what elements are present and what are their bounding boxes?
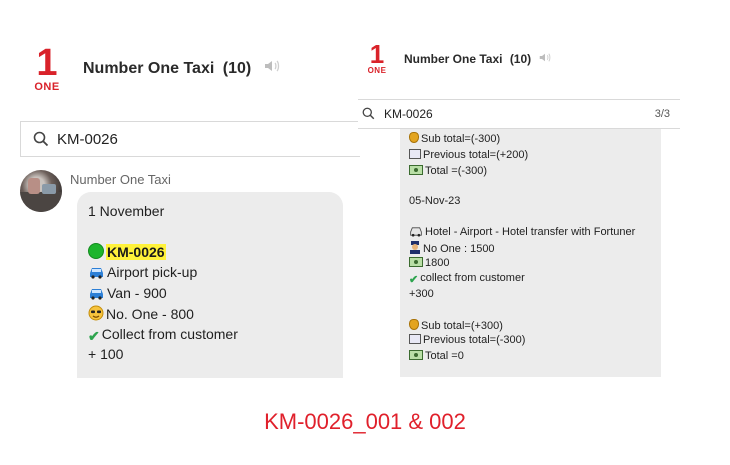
message-line: KM-0026: [88, 243, 166, 260]
speaker-muted-icon[interactable]: [539, 52, 551, 63]
message-line: Van - 900: [88, 285, 167, 301]
message-line: Total =0: [409, 350, 464, 362]
logo-number: 1: [36, 42, 58, 84]
calendar-icon: [409, 149, 421, 159]
check-icon: ✔: [88, 328, 100, 344]
member-count: (10): [509, 52, 532, 66]
search-match-counter: 3/3: [654, 108, 670, 120]
message-date: 1 November: [88, 203, 165, 219]
message-line: Previous total=(-300): [409, 334, 525, 346]
message-line: + 100: [88, 346, 124, 362]
sender-name: Number One Taxi: [70, 172, 171, 187]
brand-logo: 1 ONE: [365, 41, 389, 75]
money-bag-icon: [409, 319, 419, 330]
message-line: Sub total=(-300): [409, 132, 500, 145]
message-line: +300: [409, 288, 434, 300]
message-line: ✔ collect from customer: [409, 272, 525, 286]
money-bag-icon: [409, 132, 419, 143]
chat-title-text: Number One Taxi: [83, 60, 215, 77]
message-bubble[interactable]: 1 November KM-0026 Airport pick-up Van -…: [77, 192, 343, 378]
search-bar[interactable]: KM-0026 3/3: [358, 99, 680, 129]
logo-number: 1: [369, 39, 385, 69]
message-line: No. One - 800: [88, 305, 194, 322]
car-icon: [410, 227, 422, 237]
avatar[interactable]: [20, 170, 62, 212]
message-line: ✔ Collect from customer: [88, 326, 238, 344]
chat-title-text: Number One Taxi: [404, 52, 503, 66]
logo-word: ONE: [367, 66, 387, 75]
chat-title: Number One Taxi (10): [404, 52, 551, 66]
logo-word: ONE: [34, 81, 60, 93]
car-icon: [90, 289, 103, 300]
search-icon[interactable]: [362, 107, 375, 120]
money-bill-icon: [409, 165, 423, 175]
avatar-image: [20, 178, 62, 212]
search-highlight: KM-0026: [106, 244, 166, 260]
green-circle-icon: [88, 243, 104, 259]
message-line: Hotel - Airport - Hotel transfer with Fo…: [409, 226, 635, 238]
brand-logo: 1 ONE: [30, 44, 64, 93]
calendar-icon: [409, 334, 421, 344]
police-officer-icon: [410, 241, 420, 254]
sunglasses-face-icon: [88, 305, 104, 321]
message-line: Airport pick-up: [88, 264, 197, 280]
check-icon: ✔: [409, 274, 419, 286]
search-input[interactable]: KM-0026: [57, 131, 118, 148]
search-input[interactable]: KM-0026: [384, 107, 433, 121]
car-icon: [90, 268, 103, 279]
chat-title: Number One Taxi (10): [83, 59, 280, 78]
search-icon[interactable]: [33, 131, 49, 147]
member-count: (10): [222, 60, 252, 77]
speaker-muted-icon[interactable]: [264, 59, 280, 73]
message-line: Previous total=(+200): [409, 149, 528, 161]
message-line: Sub total=(+300): [409, 319, 503, 332]
message-line: No One : 1500: [409, 241, 495, 255]
message-date: 05-Nov-23: [409, 195, 461, 207]
message-line: 1800: [409, 257, 449, 269]
message-line: Total =(-300): [409, 165, 487, 177]
money-bill-icon: [409, 350, 423, 360]
money-bill-icon: [409, 257, 423, 267]
search-bar[interactable]: KM-0026: [20, 121, 360, 157]
message-bubble[interactable]: Sub total=(-300) Previous total=(+200) T…: [400, 129, 661, 377]
image-caption: KM-0026_001 & 002: [264, 409, 466, 434]
